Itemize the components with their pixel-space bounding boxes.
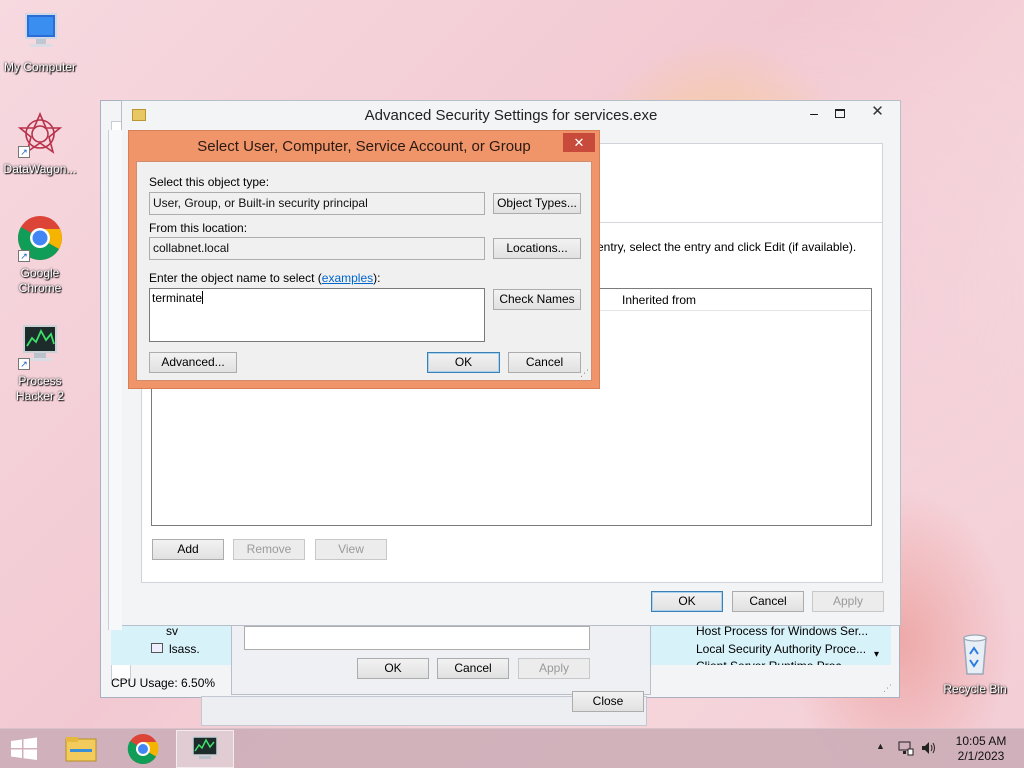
chrome-icon: ↗ [16, 214, 64, 262]
select-cancel-button[interactable]: Cancel [508, 352, 581, 373]
show-hidden-icons[interactable]: ▲ [876, 741, 885, 751]
desktop-icon-process-hacker[interactable]: ↗ Process Hacker 2 [0, 322, 80, 404]
taskbar-chrome[interactable] [120, 729, 166, 768]
instruction-text: entry, select the entry and click Edit (… [597, 240, 857, 254]
enter-label-prefix: Enter the object name to select ( [149, 271, 322, 285]
advanced-ok-button[interactable]: OK [651, 591, 723, 612]
resize-grip-icon: ⋰ [883, 683, 892, 693]
datawagon-icon: ↗ [16, 110, 64, 158]
select-user-body: Select this object type: User, Group, or… [136, 161, 592, 381]
taskbar-process-hacker[interactable] [176, 730, 234, 768]
properties-ok-button[interactable]: OK [357, 658, 429, 679]
process-desc: Local Security Authority Proce... [696, 642, 867, 656]
locations-button[interactable]: Locations... [493, 238, 581, 259]
process-row[interactable]: sv [166, 624, 178, 638]
object-name-input[interactable]: terminate [149, 288, 485, 342]
advanced-security-title: Advanced Security Settings for services.… [364, 107, 658, 124]
desktop-icon-datawagon[interactable]: ↗ DataWagon... [0, 110, 80, 177]
advanced-cancel-button[interactable]: Cancel [732, 591, 804, 612]
location-label: From this location: [149, 221, 248, 235]
examples-link[interactable]: examples [322, 271, 373, 285]
object-type-field: User, Group, or Built-in security princi… [149, 192, 485, 215]
advanced-button[interactable]: Advanced... [149, 352, 237, 373]
process-row[interactable]: lsass. [151, 642, 200, 656]
process-icon [151, 643, 163, 653]
desktop-icon-label: My Computer [3, 60, 77, 74]
clock[interactable]: 10:05 AM 2/1/2023 [946, 734, 1016, 764]
close-button[interactable]: Close [572, 691, 644, 712]
desktop-icon-label: Google Chrome [18, 266, 62, 295]
process-hacker-icon: ↗ [16, 322, 64, 370]
desktop-icon-my-computer[interactable]: My Computer [0, 8, 80, 75]
windows-logo-icon [11, 737, 37, 760]
dialog-close-button[interactable]: ✕ [563, 133, 595, 152]
remove-button[interactable]: Remove [233, 539, 305, 560]
cpu-usage: CPU Usage: 6.50% [111, 676, 216, 690]
tree-fragment [108, 130, 122, 630]
enter-label-suffix: ): [373, 271, 381, 285]
properties-cancel-button[interactable]: Cancel [437, 658, 509, 679]
object-type-label: Select this object type: [149, 175, 270, 189]
volume-icon[interactable] [920, 740, 938, 756]
properties-window: OK Cancel Apply [231, 621, 651, 695]
view-button[interactable]: View [315, 539, 387, 560]
resize-grip-icon: ⋰ [580, 368, 589, 378]
recycle-bin-icon [951, 630, 999, 678]
process-desc: Host Process for Windows Ser... [696, 624, 869, 638]
select-ok-button[interactable]: OK [427, 352, 500, 373]
select-user-titlebar[interactable]: Select User, Computer, Service Account, … [129, 131, 599, 159]
column-inherited-from[interactable]: Inherited from [622, 293, 696, 307]
desktop-icon-google-chrome[interactable]: ↗ Google Chrome [0, 214, 80, 296]
properties-apply-button[interactable]: Apply [518, 658, 590, 679]
process-desc: Client Server Runtime Proc... [696, 659, 851, 665]
select-user-title: Select User, Computer, Service Account, … [197, 138, 531, 155]
advanced-apply-button[interactable]: Apply [812, 591, 884, 612]
process-name: lsass. [169, 642, 200, 656]
check-names-button[interactable]: Check Names [493, 289, 581, 310]
scroll-down-icon[interactable]: ▾ [874, 649, 879, 660]
process-hacker-icon [192, 736, 218, 759]
desktop-icon-recycle-bin[interactable]: Recycle Bin [935, 630, 1015, 697]
advanced-security-titlebar[interactable]: Advanced Security Settings for services.… [122, 101, 900, 131]
computer-icon [16, 8, 64, 56]
minimize-icon[interactable]: – [802, 105, 826, 123]
taskbar: ▲ 10:05 AM 2/1/2023 [0, 728, 1024, 768]
maximize-icon[interactable] [828, 105, 852, 123]
folder-icon [65, 737, 97, 762]
object-types-button[interactable]: Object Types... [493, 193, 581, 214]
desktop-icon-label: Process Hacker 2 [15, 374, 65, 403]
object-name-value: terminate [152, 291, 203, 305]
add-button[interactable]: Add [152, 539, 224, 560]
network-icon[interactable] [898, 740, 914, 756]
clock-time: 10:05 AM [955, 734, 1007, 748]
start-button[interactable] [0, 729, 48, 768]
enter-object-name-label: Enter the object name to select (example… [149, 271, 380, 285]
shortcut-arrow-icon: ↗ [18, 146, 30, 158]
select-user-dialog: Select User, Computer, Service Account, … [128, 130, 600, 389]
taskbar-file-explorer[interactable] [58, 729, 104, 768]
text-cursor [202, 291, 204, 304]
chrome-icon [127, 734, 159, 765]
close-icon[interactable]: ✕ [855, 102, 900, 123]
location-field: collabnet.local [149, 237, 485, 260]
clock-date: 2/1/2023 [957, 749, 1005, 763]
desktop-icon-label: DataWagon... [3, 162, 77, 176]
shortcut-arrow-icon: ↗ [18, 358, 30, 370]
desktop-icon-label: Recycle Bin [943, 682, 1007, 696]
shortcut-arrow-icon: ↗ [18, 250, 30, 262]
process-name: sv [166, 624, 178, 638]
properties-textbox [244, 626, 590, 650]
